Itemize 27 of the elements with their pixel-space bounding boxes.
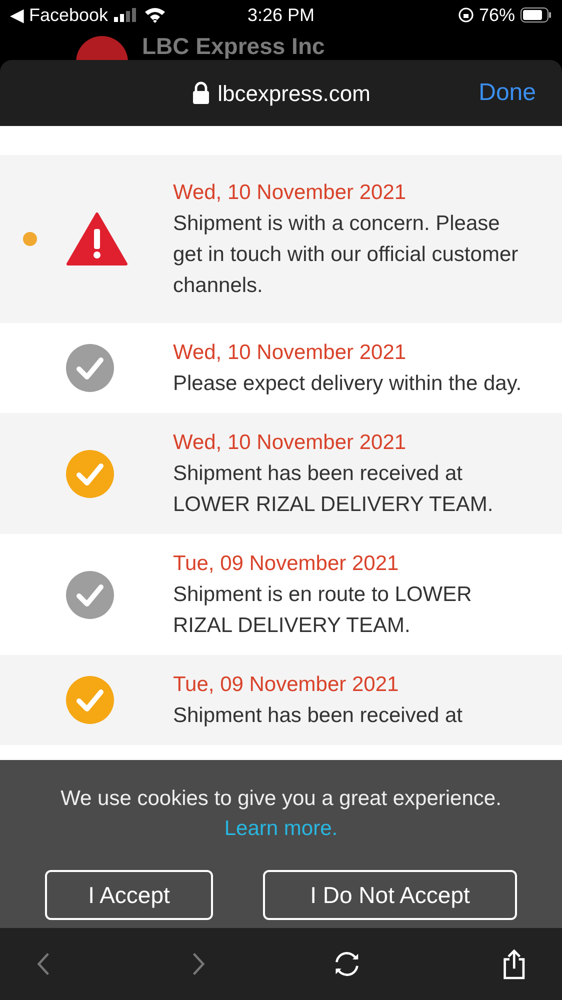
event-description: Shipment has been received at LOWER RIZAL DELIVERY TEAM.	[173, 461, 494, 518]
event-date: Wed, 10 November 2021	[173, 180, 408, 206]
cookie-button[interactable]: I Accept	[45, 870, 213, 920]
wifi-icon	[144, 7, 166, 23]
event-date: Tue, 09 November 2021	[173, 551, 400, 577]
signal-icon	[114, 8, 138, 22]
back-to-app-link[interactable]: ◀ Facebook	[10, 2, 108, 28]
cookie-button[interactable]: I Do Not Accept	[263, 870, 517, 920]
event-description: Please expect delivery within the day.	[173, 371, 523, 397]
battery-percentage: 76%	[478, 4, 515, 26]
event-date: Wed, 10 November 2021	[173, 340, 408, 366]
logo-icon	[76, 36, 128, 60]
rotation-lock-icon	[458, 7, 474, 23]
learn-more-link[interactable]: Learn more.	[224, 814, 338, 844]
lock-icon	[192, 81, 210, 105]
event-description: Shipment is with a concern. Please get in touch with our official customer channels.	[173, 211, 520, 299]
event-description: Shipment is en route to LOWER RIZAL DELIVERY TEAM.	[173, 582, 473, 639]
event-date: Wed, 10 November 2021	[173, 430, 408, 456]
event-date: Tue, 09 November 2021	[173, 672, 400, 698]
share-icon[interactable]	[502, 947, 526, 981]
battery-icon	[520, 7, 552, 23]
cookie-message: We use cookies to give you a great experience.	[60, 786, 502, 812]
event-description: Shipment has been received at	[173, 703, 464, 729]
done-button[interactable]: Done	[478, 75, 536, 111]
clock-time: 3:26 PM	[247, 4, 315, 26]
url-text[interactable]: lbcexpress.com	[218, 76, 370, 110]
app-title: LBC Express Inc	[142, 32, 325, 60]
